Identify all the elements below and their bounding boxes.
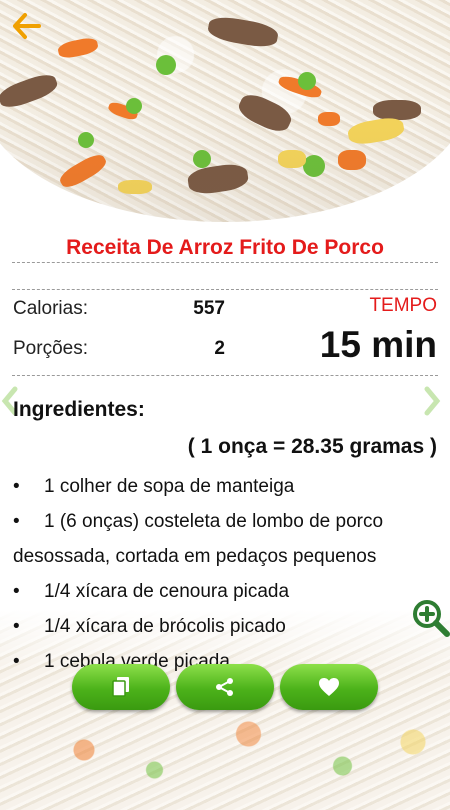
unit-conversion-note: ( 1 onça = 28.35 gramas ) [187, 435, 437, 458]
copy-button[interactable] [72, 664, 170, 710]
ingredients-list: • 1 colher de sopa de manteiga • 1 (6 on… [13, 469, 438, 679]
list-item: • 1 (6 onças) costeleta de lombo de porc… [13, 504, 438, 574]
list-item: • 1 colher de sopa de manteiga [13, 476, 295, 497]
chevron-right-icon [424, 386, 441, 416]
ingredients-heading: Ingredientes: [13, 398, 145, 421]
share-icon [216, 678, 233, 696]
calories-label: Calorias: [13, 298, 88, 319]
zoom-in-button[interactable] [411, 598, 450, 638]
back-button[interactable] [10, 10, 42, 42]
action-bar [0, 664, 450, 714]
time-value: 15 min [319, 324, 437, 365]
ingredient-text-continued: desossada, cortada em pedaços pequenos [13, 546, 377, 567]
divider-top [12, 262, 438, 263]
divider-stats [12, 289, 438, 290]
favorite-button[interactable] [280, 664, 378, 710]
zoom-in-icon [413, 600, 450, 637]
list-item: • 1/4 xícara de brócolis picado [13, 616, 286, 637]
divider-bottom [12, 375, 438, 376]
ingredient-text: 1 (6 onças) costeleta de lombo de porco [44, 511, 384, 532]
ingredient-text: 1/4 xícara de brócolis picado [44, 616, 286, 637]
back-arrow-icon [13, 13, 41, 39]
portions-label: Porções: [13, 338, 88, 359]
time-label: TEMPO [369, 295, 437, 316]
next-recipe-button[interactable] [422, 385, 446, 417]
recipe-title: Receita De Arroz Frito De Porco [66, 236, 384, 259]
recipe-hero-image [0, 0, 450, 222]
ingredient-text: 1 colher de sopa de manteiga [44, 476, 295, 497]
calories-value: 557 [193, 298, 225, 319]
ingredient-text: 1/4 xícara de cenoura picada [44, 581, 290, 602]
share-button[interactable] [176, 664, 274, 710]
copy-icon [112, 677, 129, 697]
heart-icon [319, 678, 339, 696]
list-item: • 1/4 xícara de cenoura picada [13, 581, 290, 602]
portions-value: 2 [214, 338, 225, 359]
